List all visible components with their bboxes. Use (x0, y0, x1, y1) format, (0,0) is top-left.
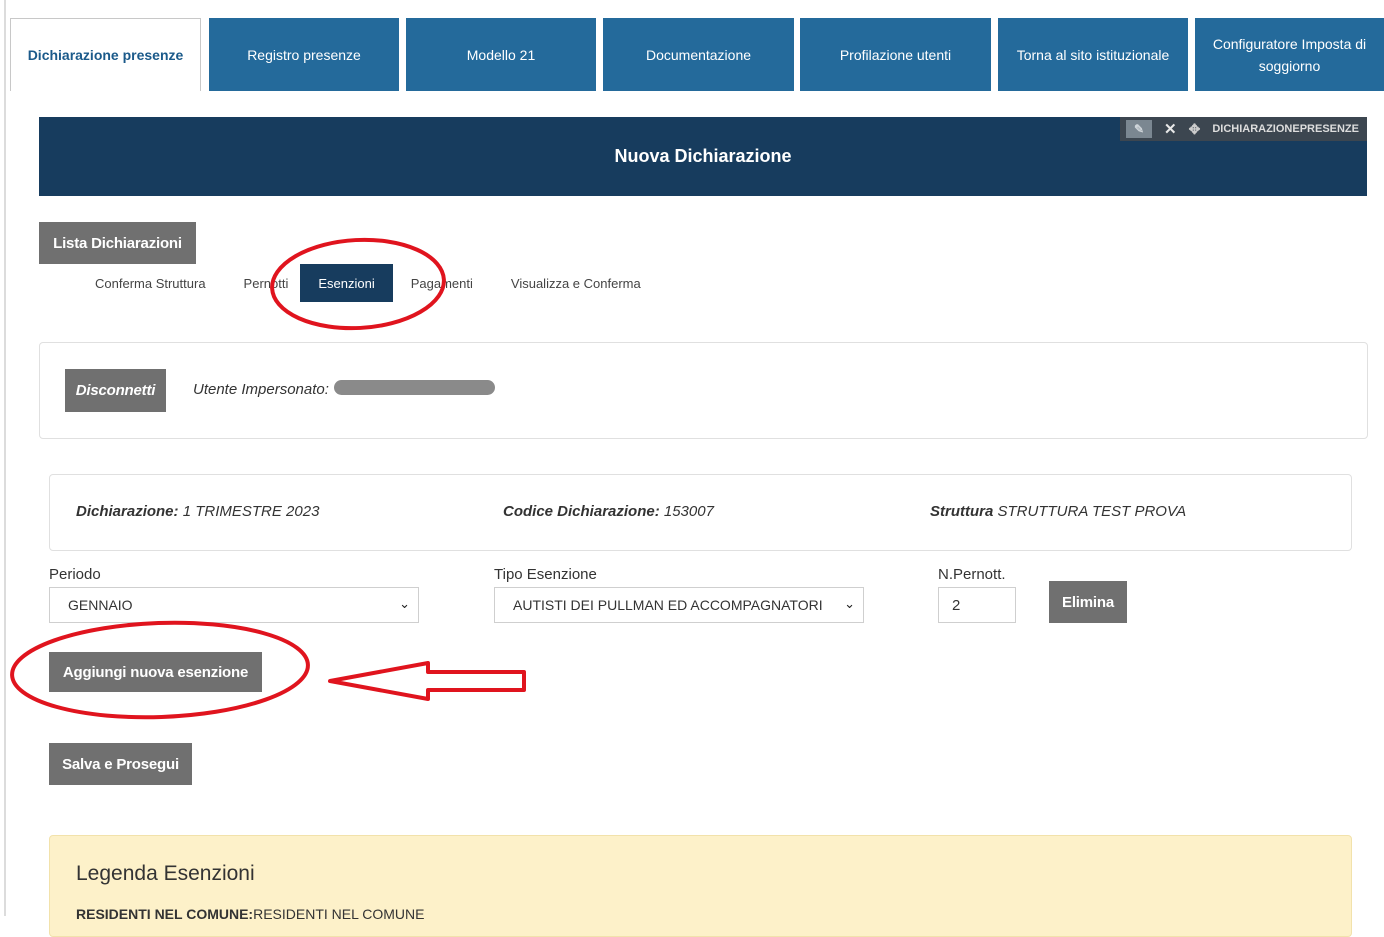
chevron-down-icon: ⌄ (399, 596, 410, 611)
lista-dichiarazioni-button[interactable]: Lista Dichiarazioni (39, 222, 196, 264)
page-title: Nuova Dichiarazione (614, 146, 792, 166)
arrow-pointer (328, 661, 526, 701)
step-conferma-struttura[interactable]: Conferma Struttura (85, 264, 216, 302)
main-nav: Dichiarazione presenze Registro presenze… (10, 18, 1384, 91)
pernott-label: N.Pernott. (938, 566, 1006, 583)
pernott-input[interactable]: 2 (938, 587, 1016, 623)
step-esenzioni[interactable]: Esenzioni (300, 264, 393, 302)
dichiarazione-info: Dichiarazione: 1 TRIMESTRE 2023 (76, 503, 320, 520)
page-header: Nuova Dichiarazione ✎ ✕ ✥ DICHIARAZIONEP… (39, 117, 1367, 196)
save-continue-button[interactable]: Salva e Prosegui (49, 743, 192, 785)
codice-dichiarazione-info: Codice Dichiarazione: 153007 (503, 503, 714, 520)
portlet-toolbar: ✎ ✕ ✥ DICHIARAZIONEPRESENZE (1120, 117, 1367, 141)
tipo-esenzione-label: Tipo Esenzione (494, 566, 597, 583)
tab-registro-presenze[interactable]: Registro presenze (209, 18, 399, 91)
impersonated-user-label: Utente Impersonato: (193, 381, 329, 398)
struttura-info: Struttura STRUTTURA TEST PROVA (930, 503, 1187, 520)
legend-title: Legenda Esenzioni (76, 862, 255, 885)
chevron-down-icon: ⌄ (844, 596, 855, 611)
redacted-username (334, 380, 495, 395)
periodo-select[interactable]: GENNAIO ⌄ (49, 587, 419, 623)
wizard-steps: Conferma Struttura Pernotti Esenzioni Pa… (85, 264, 651, 302)
move-icon[interactable]: ✥ (1189, 121, 1201, 138)
disconnetti-button[interactable]: Disconnetti (65, 369, 166, 412)
tab-dichiarazione-presenze[interactable]: Dichiarazione presenze (10, 18, 201, 91)
tipo-esenzione-select[interactable]: AUTISTI DEI PULLMAN ED ACCOMPAGNATORI ⌄ (494, 587, 864, 623)
left-border (4, 0, 6, 916)
periodo-label: Periodo (49, 566, 101, 583)
tab-configuratore[interactable]: Configuratore Imposta di soggiorno (1195, 18, 1384, 91)
tab-torna-sito[interactable]: Torna al sito istituzionale (998, 18, 1188, 91)
elimina-button[interactable]: Elimina (1049, 581, 1127, 623)
tab-documentazione[interactable]: Documentazione (603, 18, 794, 91)
portlet-name: DICHIARAZIONEPRESENZE (1212, 123, 1359, 135)
step-pernotti[interactable]: Pernotti (234, 264, 299, 302)
tab-modello-21[interactable]: Modello 21 (406, 18, 596, 91)
wrench-icon[interactable]: ✎ (1126, 120, 1152, 138)
add-exemption-button[interactable]: Aggiungi nuova esenzione (49, 652, 262, 692)
exemption-legend: Legenda Esenzioni RESIDENTI NEL COMUNE:R… (49, 835, 1352, 937)
tab-profilazione-utenti[interactable]: Profilazione utenti (800, 18, 991, 91)
step-visualizza-conferma[interactable]: Visualizza e Conferma (501, 264, 651, 302)
legend-item: RESIDENTI NEL COMUNE:RESIDENTI NEL COMUN… (76, 906, 425, 922)
close-icon[interactable]: ✕ (1164, 120, 1177, 138)
step-pagamenti[interactable]: Pagamenti (401, 264, 483, 302)
